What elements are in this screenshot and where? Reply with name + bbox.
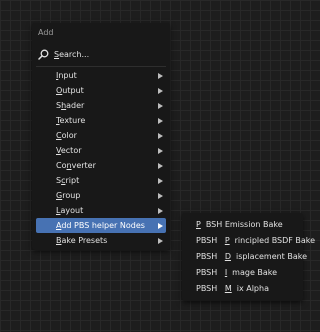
menu-item-label: Converter [56,161,96,170]
menu-item-script[interactable]: Script [36,173,166,188]
menu-item-color[interactable]: Color [36,128,166,143]
add-menu: Add Search... Input Output Shader Textur… [32,23,170,250]
label-rest: isplacement Bake [235,252,308,261]
label-rest: utput [62,86,84,95]
label-prefix: PBSH [196,284,220,293]
search-label: Search... [54,50,89,59]
label-rest: ayout [60,206,84,215]
label-rest: dd PBS helper Nodes [61,221,145,230]
submenu-arrow-icon [158,218,163,233]
menu-item-label: Vector [56,146,82,155]
menu-item-label: Color [56,131,77,140]
submenu-arrow-icon [158,83,163,98]
submenu-arrow-icon [158,68,163,83]
submenu-arrow-icon [158,158,163,173]
mnemonic: P [224,236,230,245]
menu-title: Add [38,28,54,37]
submenu-item-label: PBSH Image Bake [191,268,277,277]
submenu-arrow-icon [158,98,163,113]
menu-item-label: Texture [56,116,85,125]
menu-item-label: Add PBS helper Nodes [56,221,145,230]
mnemonic: M [224,284,232,293]
label-rest: ake Presets [61,236,108,245]
menu-item-vector[interactable]: Vector [36,143,166,158]
menu-item-label: Bake Presets [56,236,107,245]
submenu-arrow-icon [158,143,163,158]
label-prefix: PBSH [196,252,220,261]
menu-item-shader[interactable]: Shader [36,98,166,113]
mnemonic: P [196,220,201,229]
label-rest: verter [71,161,96,170]
submenu-arrow-icon [158,203,163,218]
label-rest: nput [58,71,77,80]
label-rest: ector [60,146,82,155]
submenu-arrow-icon [158,188,163,203]
label-rest: ript [65,176,80,185]
label-rest: BSH Emission Bake [205,220,283,229]
submenu-item-image-bake[interactable]: PBSH Image Bake [186,265,303,280]
submenu-item-label: P BSH Emission Bake [191,220,283,229]
label-rest: mage Bake [232,268,278,277]
search-label-rest: earch... [59,49,90,59]
mnemonic: I [224,268,228,277]
menu-item-add-pbs-helper-nodes[interactable]: Add PBS helper Nodes [36,218,166,233]
mnemonic: D [224,252,231,261]
submenu-arrow-icon [158,173,163,188]
menu-item-input[interactable]: Input [36,68,166,83]
submenu-arrow-icon [158,128,163,143]
menu-item-bake-presets[interactable]: Bake Presets [36,233,166,248]
search-icon [38,49,49,60]
menu-separator [36,66,166,67]
menu-item-label: Output [56,86,84,95]
pbs-helper-submenu: P BSH Emission Bake PBSH Principled BSDF … [182,213,315,301]
menu-item-label: Shader [56,101,85,110]
submenu-item-principled-bsdf-bake[interactable]: PBSH Principled BSDF Bake [186,233,315,248]
submenu-item-mix-alpha[interactable]: PBSH Mix Alpha [186,281,303,296]
submenu-item-label: PBSH Displacement Bake [191,252,307,261]
label-rest: roup [62,191,81,200]
menu-item-label: Layout [56,206,83,215]
label-rest: rincipled BSDF Bake [234,236,316,245]
submenu-item-label: PBSH Mix Alpha [191,284,269,293]
menu-item-texture[interactable]: Texture [36,113,166,128]
search-item[interactable]: Search... [36,46,166,62]
menu-item-group[interactable]: Group [36,188,166,203]
submenu-item-emission-bake[interactable]: P BSH Emission Bake [186,217,303,232]
menu-item-label: Script [56,176,80,185]
submenu-item-displacement-bake[interactable]: PBSH Displacement Bake [186,249,307,264]
menu-item-label: Group [56,191,80,200]
menu-item-converter[interactable]: Converter [36,158,166,173]
label-rest: olor [61,131,77,140]
menu-item-layout[interactable]: Layout [36,203,166,218]
label-rest: ix Alpha [236,284,269,293]
label-prefix: PBSH [196,268,220,277]
label-rest: ader [66,101,85,110]
submenu-item-label: PBSH Principled BSDF Bake [191,236,315,245]
label-rest: exture [59,116,86,125]
label-prefix: PBSH [196,236,220,245]
submenu-arrow-icon [158,233,163,248]
menu-item-label: Input [56,71,77,80]
menu-item-output[interactable]: Output [36,83,166,98]
submenu-arrow-icon [158,113,163,128]
